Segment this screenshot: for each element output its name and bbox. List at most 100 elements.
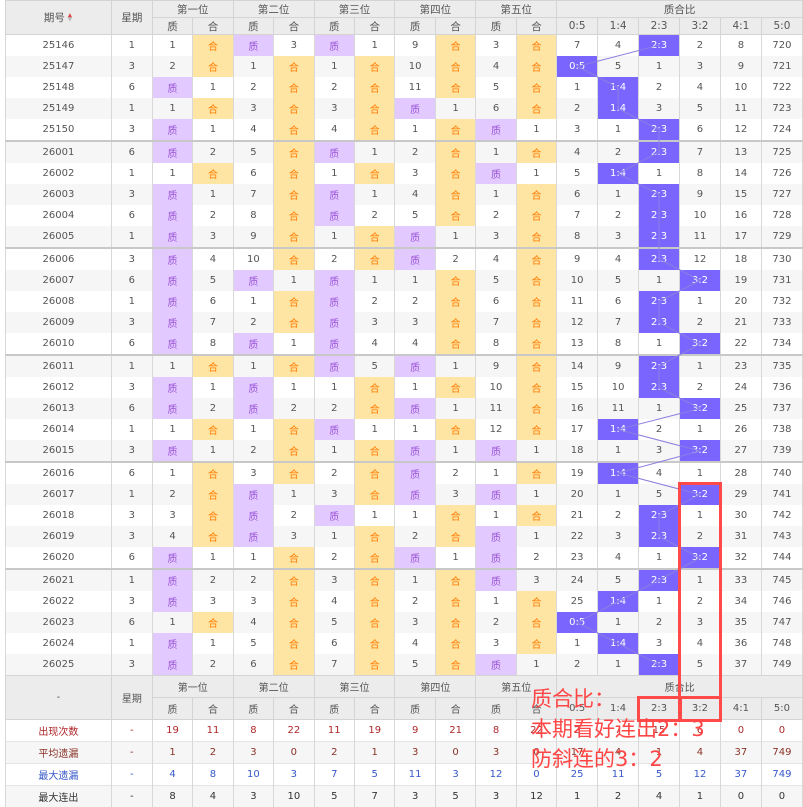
omission-cell: 6	[476, 98, 516, 119]
composite-hit-cell: 合	[516, 98, 556, 119]
stat-value: 3	[274, 764, 314, 786]
ratio-omission-cell: 3	[680, 56, 721, 77]
ratio-omission-cell: 738	[761, 419, 802, 440]
composite-hit-cell: 合	[355, 248, 395, 270]
header-row-groups: -星期第一位第二位第三位第四位第五位质合比	[6, 676, 803, 698]
weekday-cell: 3	[111, 56, 152, 77]
omission-cell: 6	[233, 163, 273, 184]
ratio-omission-cell: 3	[598, 526, 639, 547]
table-row: 260051质39合1合质13合832:31117729	[6, 226, 803, 248]
omission-cell: 1	[476, 462, 516, 484]
ratio-omission-cell: 16	[557, 398, 598, 419]
composite-hit-cell: 合	[435, 77, 475, 98]
ratio-omission-cell: 742	[761, 505, 802, 526]
stat-value: 11	[193, 720, 233, 742]
stat-value: 25	[557, 764, 598, 786]
composite-hit-cell: 合	[193, 56, 233, 77]
ratio-hit-cell: 2:3	[639, 141, 680, 163]
ratio-omission-cell: 2	[680, 377, 721, 398]
prime-hit-cell: 质	[152, 248, 192, 270]
table-row: 260093质72合质33合7合1272:3221733	[6, 312, 803, 333]
ratio-omission-cell: 20	[557, 484, 598, 505]
omission-cell: 3	[395, 312, 435, 333]
omission-cell: 10	[233, 248, 273, 270]
prime-hit-cell: 质	[152, 291, 192, 312]
ratio-omission-cell: 721	[761, 56, 802, 77]
ratio-hit-cell: 0:5	[557, 612, 598, 633]
composite-hit-cell: 合	[516, 248, 556, 270]
composite-hit-cell: 合	[516, 226, 556, 248]
table-row: 2514732合1合1合10合4合0:55139721	[6, 56, 803, 77]
table-row: 2601934合质31合2合质12232:3231743	[6, 526, 803, 547]
composite-hit-cell: 合	[193, 98, 233, 119]
omission-cell: 2	[233, 569, 273, 591]
ratio-omission-cell: 3	[639, 98, 680, 119]
ratio-col-header: 2:3	[639, 698, 680, 720]
composite-hit-cell: 合	[435, 377, 475, 398]
ratio-omission-cell: 2	[557, 98, 598, 119]
omission-cell: 3	[233, 98, 273, 119]
composite-hit-cell: 合	[435, 569, 475, 591]
ratio-omission-cell: 1	[598, 484, 639, 505]
sort-icon[interactable]: ▲▼	[67, 14, 73, 22]
table-row: 2602361合4合5合3合2合0:512335747	[6, 612, 803, 633]
omission-cell: 11	[395, 77, 435, 98]
ratio-omission-cell: 20	[720, 291, 761, 312]
period-header[interactable]: 期号▲▼	[6, 1, 112, 35]
stat-value: 2	[598, 786, 639, 807]
ratio-omission-cell: 2	[598, 205, 639, 226]
ratio-omission-cell: 23	[720, 355, 761, 377]
table-row: 260076质5质1质11合5合10513:219731	[6, 270, 803, 291]
omission-cell: 4	[395, 333, 435, 355]
omission-cell: 3	[274, 526, 314, 547]
ratio-omission-cell: 746	[761, 591, 802, 612]
omission-cell: 1	[233, 291, 273, 312]
omission-cell: 1	[355, 141, 395, 163]
composite-hit-cell: 合	[435, 56, 475, 77]
ratio-omission-cell: 1	[598, 612, 639, 633]
ratio-omission-cell: 19	[557, 462, 598, 484]
weekday-cell: 1	[111, 569, 152, 591]
prime-hit-cell: 质	[476, 569, 516, 591]
omission-cell: 1	[314, 56, 354, 77]
ratio-omission-cell: 1	[598, 119, 639, 141]
ratio-hit-cell: 1:4	[598, 591, 639, 612]
composite-hit-cell: 合	[193, 526, 233, 547]
omission-cell: 1	[274, 333, 314, 355]
omission-cell: 5	[355, 355, 395, 377]
table-row: 260211质22合3合1合质32452:3133745	[6, 569, 803, 591]
period-cell: 26024	[6, 633, 112, 654]
omission-cell: 2	[314, 462, 354, 484]
ratio-omission-cell: 17	[720, 226, 761, 248]
period-cell: 26011	[6, 355, 112, 377]
period-cell: 26010	[6, 333, 112, 355]
ratio-hit-cell: 2:3	[639, 526, 680, 547]
ratio-omission-cell: 23	[557, 547, 598, 569]
weekday-cell: 6	[111, 462, 152, 484]
ratio-omission-cell: 740	[761, 462, 802, 484]
prime-hit-cell: 质	[233, 35, 273, 57]
ratio-omission-cell: 2	[598, 141, 639, 163]
stat-value: 5	[435, 786, 475, 807]
omission-cell: 1	[274, 484, 314, 505]
stat-value: 1	[152, 742, 192, 764]
ratio-omission-cell: 732	[761, 291, 802, 312]
omission-cell: 3	[314, 98, 354, 119]
weekday-cell: 1	[111, 35, 152, 57]
omission-cell: 2	[516, 547, 556, 569]
composite-hit-cell: 合	[355, 440, 395, 462]
ratio-hit-cell: 1:4	[598, 633, 639, 654]
omission-cell: 2	[193, 398, 233, 419]
table-row: 260223质33合4合2合1合251:41234746	[6, 591, 803, 612]
table-row: 251503质14合4合1合质1312:3612724	[6, 119, 803, 141]
stat-value: 8	[233, 720, 273, 742]
omission-cell: 1	[516, 163, 556, 184]
composite-hit-cell: 合	[274, 184, 314, 205]
composite-subheader: 合	[193, 18, 233, 35]
table-row: 251486质12合2合11合5合11:42410722	[6, 77, 803, 98]
prime-hit-cell: 质	[395, 98, 435, 119]
ratio-omission-cell: 3	[680, 612, 721, 633]
ratio-omission-cell: 10	[720, 77, 761, 98]
omission-cell: 6	[476, 291, 516, 312]
composite-hit-cell: 合	[274, 77, 314, 98]
